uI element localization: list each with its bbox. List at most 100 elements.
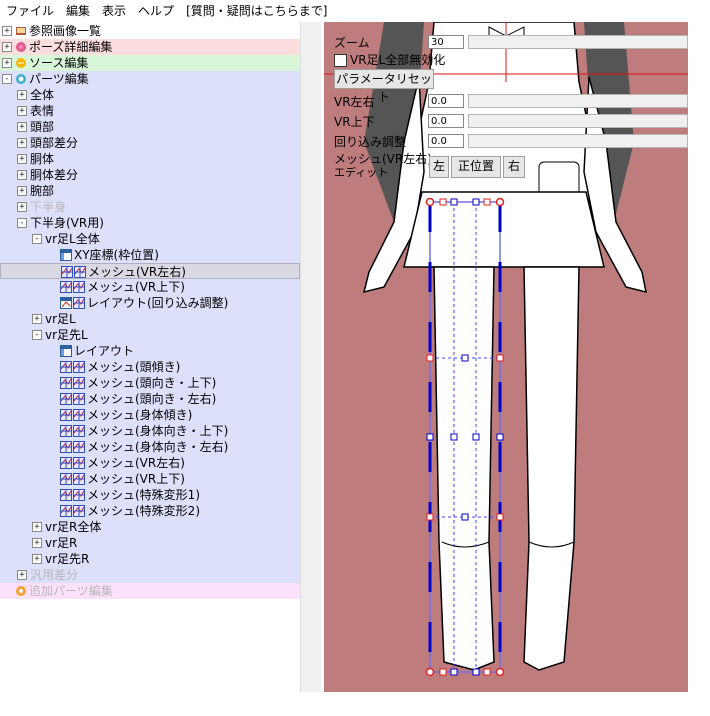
expand-icon[interactable]: + <box>2 58 12 68</box>
collapse-icon[interactable]: - <box>2 74 12 84</box>
tree-scrollbar[interactable] <box>300 22 321 692</box>
right-button[interactable]: 右 <box>503 156 525 178</box>
expand-icon[interactable]: + <box>17 138 27 148</box>
collapse-icon[interactable]: - <box>32 330 42 340</box>
expand-icon[interactable]: + <box>2 42 12 52</box>
horizontal-scrollbar[interactable] <box>0 692 710 716</box>
expand-icon[interactable]: + <box>32 522 42 532</box>
mesh-icon <box>73 377 85 389</box>
menu-file[interactable]: ファイル <box>0 0 60 19</box>
menu-view[interactable]: 表示 <box>96 0 132 19</box>
tree-item[interactable]: - パーツ編集 <box>0 71 300 87</box>
tree-item[interactable]: - vr足先L <box>0 327 300 343</box>
expand-icon[interactable]: + <box>17 202 27 212</box>
tree-item[interactable]: - vr足L全体 <box>0 231 300 247</box>
tree-item[interactable]: + ポーズ詳細編集 <box>0 39 300 55</box>
tree-item[interactable]: + 頭部差分 <box>0 135 300 151</box>
addparts-icon <box>15 585 27 597</box>
vr-ud-slider[interactable] <box>468 114 688 128</box>
tree-item[interactable]: + 全体 <box>0 87 300 103</box>
right-leg <box>523 266 580 671</box>
wrap-slider[interactable] <box>468 134 688 148</box>
expand-icon[interactable]: + <box>17 186 27 196</box>
tree-item[interactable]: + 汎用差分 <box>0 567 300 583</box>
tree-item[interactable]: 追加パーツ編集 <box>0 583 300 599</box>
tree-item[interactable]: - 下半身(VR用) <box>0 215 300 231</box>
tree-item-label: メッシュ(VR左右) <box>88 265 186 279</box>
tree-item-label: メッシュ(頭傾き) <box>87 360 181 374</box>
tree-item[interactable]: + 下半身 <box>0 199 300 215</box>
tree-item[interactable]: + 表情 <box>0 103 300 119</box>
vr-lr-slider[interactable] <box>468 94 688 108</box>
tree-item-label: ソース編集 <box>29 56 89 70</box>
wrap-value[interactable]: 0.0 <box>428 134 464 148</box>
expand-icon[interactable]: + <box>17 122 27 132</box>
tree-item[interactable]: メッシュ(頭傾き) <box>0 359 300 375</box>
tree-item-label: 胴体 <box>30 152 55 166</box>
reset-button[interactable]: パラメータリセット <box>334 69 434 104</box>
expand-icon[interactable]: + <box>32 314 42 324</box>
tree-item[interactable]: レイアウト(回り込み調整) <box>0 295 300 311</box>
collapse-icon[interactable]: - <box>32 234 42 244</box>
menu-edit[interactable]: 編集 <box>60 0 96 19</box>
mesh-icon <box>73 457 85 469</box>
tree-item[interactable]: + vr足先R <box>0 551 300 567</box>
tree-item[interactable]: + ソース編集 <box>0 55 300 71</box>
tree-item[interactable]: + 腕部 <box>0 183 300 199</box>
tree-item[interactable]: + vr足R <box>0 535 300 551</box>
disable-checkbox[interactable] <box>334 54 347 67</box>
expand-icon[interactable]: + <box>32 554 42 564</box>
zoom-value[interactable]: 30 <box>428 35 464 49</box>
expand-icon[interactable]: + <box>2 26 12 36</box>
tree-item[interactable]: メッシュ(VR上下) <box>0 279 300 295</box>
expand-icon[interactable]: + <box>17 106 27 116</box>
tree-item-label: vr足L全体 <box>45 232 100 246</box>
tree-item-label: メッシュ(VR左右) <box>87 456 185 470</box>
tree-item-label: ポーズ詳細編集 <box>29 40 113 54</box>
tree-item[interactable]: + 参照画像一覧 <box>0 23 300 39</box>
tree-item[interactable]: メッシュ(頭向き・左右) <box>0 391 300 407</box>
vr-ud-value[interactable]: 0.0 <box>428 114 464 128</box>
tree-item[interactable]: XY座標(枠位置) <box>0 247 300 263</box>
expand-icon[interactable]: + <box>17 170 27 180</box>
left-button[interactable]: 左 <box>429 156 449 178</box>
tree-item-label: メッシュ(身体傾き) <box>87 408 193 422</box>
tree-item[interactable]: メッシュ(VR上下) <box>0 471 300 487</box>
tree-item-label: メッシュ(身体向き・上下) <box>87 424 229 438</box>
collapse-icon[interactable]: - <box>17 218 27 228</box>
tree-item[interactable]: メッシュ(特殊変形1) <box>0 487 300 503</box>
expand-icon[interactable]: + <box>17 90 27 100</box>
edit-label: エディット <box>334 166 389 179</box>
mesh-icon <box>60 441 72 453</box>
tree-item[interactable]: メッシュ(特殊変形2) <box>0 503 300 519</box>
tree-item[interactable]: メッシュ(VR左右) <box>0 263 300 279</box>
vr-lr-value[interactable]: 0.0 <box>428 94 464 108</box>
tree-item[interactable]: メッシュ(VR左右) <box>0 455 300 471</box>
tree-item-label: 下半身 <box>30 200 67 214</box>
tree-item[interactable]: メッシュ(頭向き・上下) <box>0 375 300 391</box>
tree-item[interactable]: メッシュ(身体向き・上下) <box>0 423 300 439</box>
mesh-icon <box>73 281 85 293</box>
tree-item[interactable]: + 頭部 <box>0 119 300 135</box>
expand-icon[interactable]: + <box>17 570 27 580</box>
tree-item[interactable]: + 胴体 <box>0 151 300 167</box>
expand-icon[interactable]: + <box>32 538 42 548</box>
mesh-icon <box>60 457 72 469</box>
tree-item[interactable]: + vr足L <box>0 311 300 327</box>
tree-item[interactable]: レイアウト <box>0 343 300 359</box>
tree-item-label: 参照画像一覧 <box>29 24 102 38</box>
zoom-slider[interactable] <box>468 35 688 49</box>
mesh-icon <box>73 489 85 501</box>
vr-lr-label: VR左右 <box>334 95 375 109</box>
tree-item[interactable]: + 胴体差分 <box>0 167 300 183</box>
tree-item-label: メッシュ(身体向き・左右) <box>87 440 229 454</box>
tree-item-label: XY座標(枠位置) <box>74 248 159 262</box>
center-position-button[interactable]: 正位置 <box>451 156 501 178</box>
tree-item[interactable]: メッシュ(身体傾き) <box>0 407 300 423</box>
tree-item[interactable]: + vr足R全体 <box>0 519 300 535</box>
tree-item[interactable]: メッシュ(身体向き・左右) <box>0 439 300 455</box>
menu-help[interactable]: ヘルプ <box>132 0 180 19</box>
expand-icon[interactable]: + <box>17 154 27 164</box>
preview-canvas[interactable]: ズーム 30 VR足L全部無効化 パラメータリセット VR左右 0.0 VR上下… <box>324 22 688 692</box>
menu-questions[interactable]: [質問・疑問はこちらまで] <box>180 0 333 19</box>
